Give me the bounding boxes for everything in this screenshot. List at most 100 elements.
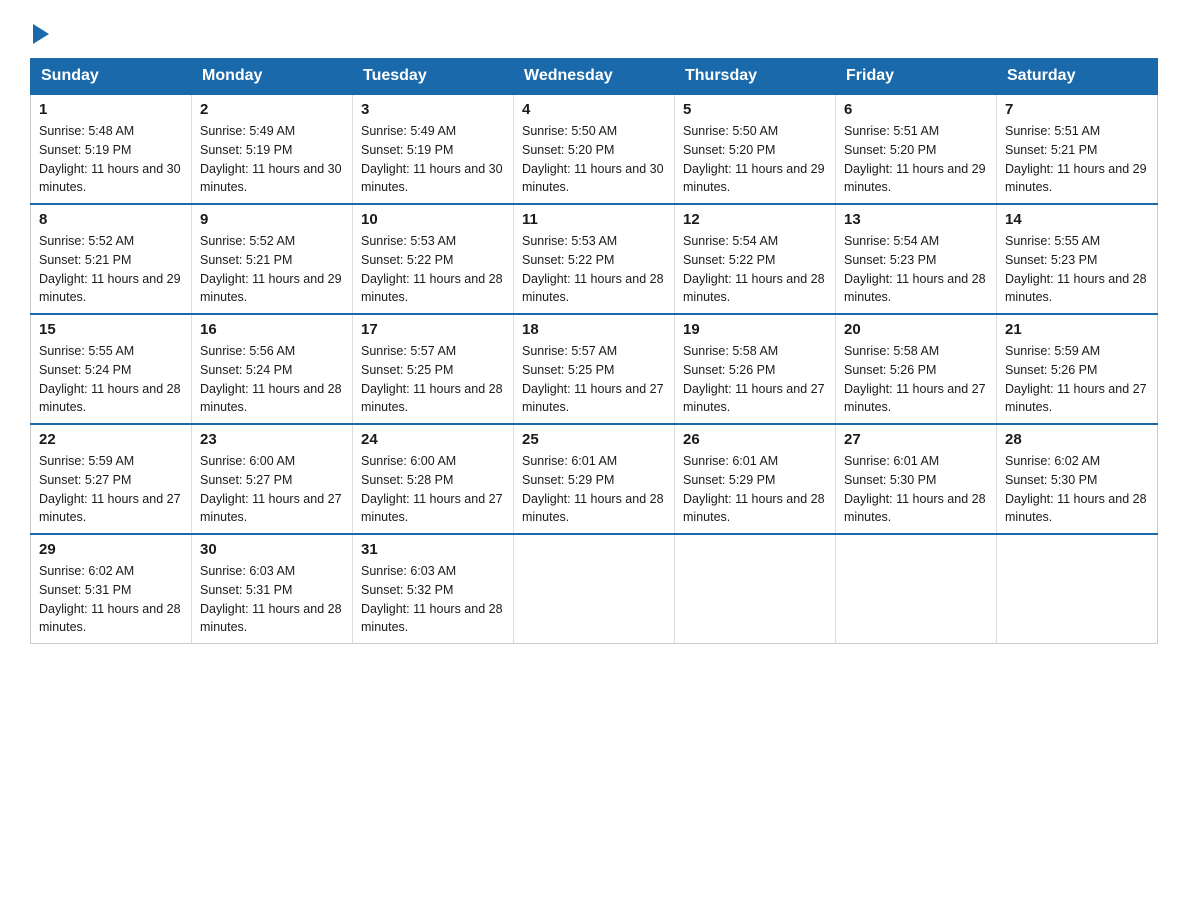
day-info: Sunrise: 5:52 AMSunset: 5:21 PMDaylight:…	[39, 232, 183, 307]
day-info: Sunrise: 5:50 AMSunset: 5:20 PMDaylight:…	[683, 122, 827, 197]
table-row: 10 Sunrise: 5:53 AMSunset: 5:22 PMDaylig…	[353, 204, 514, 314]
day-number: 6	[844, 101, 988, 118]
table-row: 22 Sunrise: 5:59 AMSunset: 5:27 PMDaylig…	[31, 424, 192, 534]
table-row: 17 Sunrise: 5:57 AMSunset: 5:25 PMDaylig…	[353, 314, 514, 424]
day-number: 9	[200, 211, 344, 228]
day-info: Sunrise: 5:48 AMSunset: 5:19 PMDaylight:…	[39, 122, 183, 197]
table-row: 21 Sunrise: 5:59 AMSunset: 5:26 PMDaylig…	[997, 314, 1158, 424]
table-row: 9 Sunrise: 5:52 AMSunset: 5:21 PMDayligh…	[192, 204, 353, 314]
day-number: 15	[39, 321, 183, 338]
day-number: 1	[39, 101, 183, 118]
day-info: Sunrise: 6:02 AMSunset: 5:31 PMDaylight:…	[39, 562, 183, 637]
day-info: Sunrise: 5:53 AMSunset: 5:22 PMDaylight:…	[522, 232, 666, 307]
day-number: 25	[522, 431, 666, 448]
table-row: 25 Sunrise: 6:01 AMSunset: 5:29 PMDaylig…	[514, 424, 675, 534]
calendar-table: SundayMondayTuesdayWednesdayThursdayFrid…	[30, 58, 1158, 644]
table-row: 1 Sunrise: 5:48 AMSunset: 5:19 PMDayligh…	[31, 94, 192, 204]
column-header-sunday: Sunday	[31, 59, 192, 95]
day-info: Sunrise: 5:56 AMSunset: 5:24 PMDaylight:…	[200, 342, 344, 417]
day-info: Sunrise: 5:54 AMSunset: 5:22 PMDaylight:…	[683, 232, 827, 307]
day-number: 4	[522, 101, 666, 118]
day-info: Sunrise: 6:02 AMSunset: 5:30 PMDaylight:…	[1005, 452, 1149, 527]
table-row: 26 Sunrise: 6:01 AMSunset: 5:29 PMDaylig…	[675, 424, 836, 534]
logo-arrow-icon	[33, 24, 49, 44]
day-number: 30	[200, 541, 344, 558]
day-info: Sunrise: 6:03 AMSunset: 5:31 PMDaylight:…	[200, 562, 344, 637]
column-header-wednesday: Wednesday	[514, 59, 675, 95]
column-header-saturday: Saturday	[997, 59, 1158, 95]
table-row: 18 Sunrise: 5:57 AMSunset: 5:25 PMDaylig…	[514, 314, 675, 424]
day-info: Sunrise: 5:55 AMSunset: 5:24 PMDaylight:…	[39, 342, 183, 417]
day-number: 18	[522, 321, 666, 338]
column-header-thursday: Thursday	[675, 59, 836, 95]
day-number: 16	[200, 321, 344, 338]
calendar-week-row: 8 Sunrise: 5:52 AMSunset: 5:21 PMDayligh…	[31, 204, 1158, 314]
day-info: Sunrise: 5:58 AMSunset: 5:26 PMDaylight:…	[683, 342, 827, 417]
table-row: 14 Sunrise: 5:55 AMSunset: 5:23 PMDaylig…	[997, 204, 1158, 314]
logo	[30, 20, 49, 40]
table-row: 15 Sunrise: 5:55 AMSunset: 5:24 PMDaylig…	[31, 314, 192, 424]
day-number: 8	[39, 211, 183, 228]
day-info: Sunrise: 6:00 AMSunset: 5:27 PMDaylight:…	[200, 452, 344, 527]
table-row: 11 Sunrise: 5:53 AMSunset: 5:22 PMDaylig…	[514, 204, 675, 314]
day-number: 12	[683, 211, 827, 228]
day-info: Sunrise: 5:49 AMSunset: 5:19 PMDaylight:…	[361, 122, 505, 197]
day-info: Sunrise: 6:01 AMSunset: 5:30 PMDaylight:…	[844, 452, 988, 527]
column-header-monday: Monday	[192, 59, 353, 95]
day-number: 31	[361, 541, 505, 558]
table-row: 5 Sunrise: 5:50 AMSunset: 5:20 PMDayligh…	[675, 94, 836, 204]
day-number: 28	[1005, 431, 1149, 448]
calendar-week-row: 29 Sunrise: 6:02 AMSunset: 5:31 PMDaylig…	[31, 534, 1158, 644]
day-info: Sunrise: 5:54 AMSunset: 5:23 PMDaylight:…	[844, 232, 988, 307]
day-number: 11	[522, 211, 666, 228]
table-row: 29 Sunrise: 6:02 AMSunset: 5:31 PMDaylig…	[31, 534, 192, 644]
day-number: 23	[200, 431, 344, 448]
day-info: Sunrise: 5:58 AMSunset: 5:26 PMDaylight:…	[844, 342, 988, 417]
day-info: Sunrise: 5:59 AMSunset: 5:27 PMDaylight:…	[39, 452, 183, 527]
day-info: Sunrise: 5:55 AMSunset: 5:23 PMDaylight:…	[1005, 232, 1149, 307]
table-row: 6 Sunrise: 5:51 AMSunset: 5:20 PMDayligh…	[836, 94, 997, 204]
day-info: Sunrise: 6:01 AMSunset: 5:29 PMDaylight:…	[683, 452, 827, 527]
day-info: Sunrise: 5:59 AMSunset: 5:26 PMDaylight:…	[1005, 342, 1149, 417]
table-row: 23 Sunrise: 6:00 AMSunset: 5:27 PMDaylig…	[192, 424, 353, 534]
page-header	[30, 20, 1158, 40]
table-row: 16 Sunrise: 5:56 AMSunset: 5:24 PMDaylig…	[192, 314, 353, 424]
table-row: 2 Sunrise: 5:49 AMSunset: 5:19 PMDayligh…	[192, 94, 353, 204]
table-row: 31 Sunrise: 6:03 AMSunset: 5:32 PMDaylig…	[353, 534, 514, 644]
calendar-week-row: 15 Sunrise: 5:55 AMSunset: 5:24 PMDaylig…	[31, 314, 1158, 424]
day-number: 2	[200, 101, 344, 118]
day-number: 20	[844, 321, 988, 338]
day-number: 13	[844, 211, 988, 228]
calendar-week-row: 22 Sunrise: 5:59 AMSunset: 5:27 PMDaylig…	[31, 424, 1158, 534]
table-row: 13 Sunrise: 5:54 AMSunset: 5:23 PMDaylig…	[836, 204, 997, 314]
table-row: 30 Sunrise: 6:03 AMSunset: 5:31 PMDaylig…	[192, 534, 353, 644]
table-row: 7 Sunrise: 5:51 AMSunset: 5:21 PMDayligh…	[997, 94, 1158, 204]
day-info: Sunrise: 5:51 AMSunset: 5:20 PMDaylight:…	[844, 122, 988, 197]
column-header-tuesday: Tuesday	[353, 59, 514, 95]
day-info: Sunrise: 5:52 AMSunset: 5:21 PMDaylight:…	[200, 232, 344, 307]
day-number: 24	[361, 431, 505, 448]
day-number: 21	[1005, 321, 1149, 338]
calendar-header-row: SundayMondayTuesdayWednesdayThursdayFrid…	[31, 59, 1158, 95]
day-info: Sunrise: 6:01 AMSunset: 5:29 PMDaylight:…	[522, 452, 666, 527]
day-info: Sunrise: 5:50 AMSunset: 5:20 PMDaylight:…	[522, 122, 666, 197]
day-number: 14	[1005, 211, 1149, 228]
day-number: 7	[1005, 101, 1149, 118]
table-row: 24 Sunrise: 6:00 AMSunset: 5:28 PMDaylig…	[353, 424, 514, 534]
table-row: 8 Sunrise: 5:52 AMSunset: 5:21 PMDayligh…	[31, 204, 192, 314]
table-row	[997, 534, 1158, 644]
table-row	[514, 534, 675, 644]
day-number: 17	[361, 321, 505, 338]
day-number: 19	[683, 321, 827, 338]
table-row	[836, 534, 997, 644]
table-row	[675, 534, 836, 644]
table-row: 20 Sunrise: 5:58 AMSunset: 5:26 PMDaylig…	[836, 314, 997, 424]
day-number: 29	[39, 541, 183, 558]
day-info: Sunrise: 5:53 AMSunset: 5:22 PMDaylight:…	[361, 232, 505, 307]
day-info: Sunrise: 5:51 AMSunset: 5:21 PMDaylight:…	[1005, 122, 1149, 197]
table-row: 4 Sunrise: 5:50 AMSunset: 5:20 PMDayligh…	[514, 94, 675, 204]
day-info: Sunrise: 6:03 AMSunset: 5:32 PMDaylight:…	[361, 562, 505, 637]
table-row: 27 Sunrise: 6:01 AMSunset: 5:30 PMDaylig…	[836, 424, 997, 534]
day-number: 27	[844, 431, 988, 448]
table-row: 19 Sunrise: 5:58 AMSunset: 5:26 PMDaylig…	[675, 314, 836, 424]
